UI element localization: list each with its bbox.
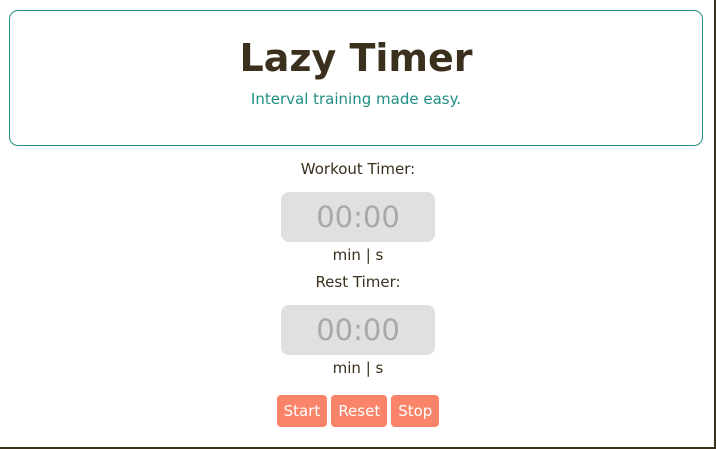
rest-timer-display[interactable]: 00:00 xyxy=(281,305,435,355)
app-title: Lazy Timer xyxy=(239,36,473,80)
app-subtitle: Interval training made easy. xyxy=(250,90,462,108)
workout-timer-display[interactable]: 00:00 xyxy=(281,192,435,242)
workout-timer-units: min | s xyxy=(332,246,384,264)
header-card: Lazy Timer Interval training made easy. xyxy=(9,10,703,146)
start-button[interactable]: Start xyxy=(276,395,328,427)
reset-button[interactable]: Reset xyxy=(331,395,388,427)
timer-panel: Workout Timer: 00:00 min | s Rest Timer:… xyxy=(0,160,716,427)
rest-timer-label: Rest Timer: xyxy=(315,273,401,291)
rest-timer-units: min | s xyxy=(332,359,384,377)
workout-timer-label: Workout Timer: xyxy=(300,160,416,178)
stop-button[interactable]: Stop xyxy=(391,395,440,427)
timer-controls: Start Reset Stop xyxy=(276,395,440,427)
